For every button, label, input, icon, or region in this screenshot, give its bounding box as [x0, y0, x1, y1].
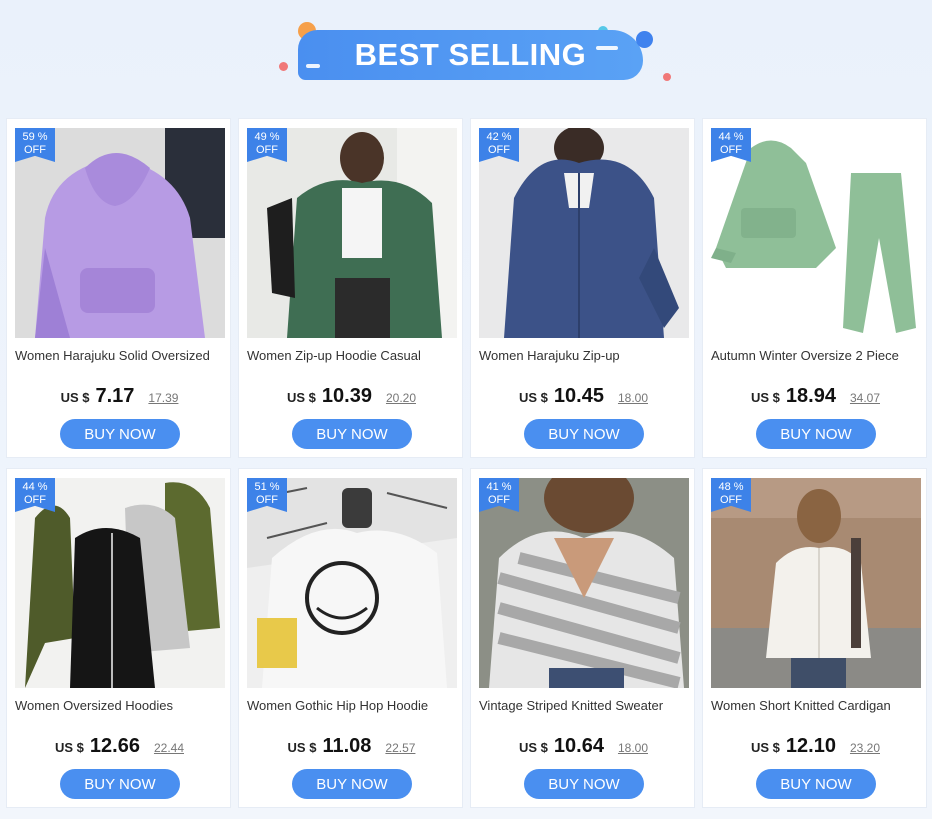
discount-off-label: OFF — [720, 494, 742, 506]
currency-label: US $ — [519, 740, 548, 755]
price-row: US $ 12.10 23.20 — [703, 735, 928, 758]
currency-label: US $ — [519, 390, 548, 405]
discount-off-label: OFF — [720, 144, 742, 156]
product-image[interactable] — [15, 478, 225, 688]
discount-off-label: OFF — [488, 144, 510, 156]
price-row: US $ 7.17 17.39 — [7, 385, 232, 408]
product-name[interactable]: Women Short Knitted Cardigan — [711, 698, 923, 713]
currency-label: US $ — [287, 740, 317, 755]
sale-price: 18.94 — [785, 385, 836, 407]
sale-price: 11.08 — [322, 735, 372, 757]
product-name[interactable]: Women Zip-up Hoodie Casual — [247, 348, 459, 363]
product-card[interactable]: 44 % OFF Women Oversized Hoodies US $ 12… — [6, 468, 231, 808]
buy-now-button[interactable]: BUY NOW — [60, 419, 180, 449]
section-title: BEST SELLING — [298, 30, 643, 80]
discount-off-label: OFF — [488, 494, 510, 506]
product-image[interactable] — [711, 128, 921, 338]
discount-percent: 51 % — [254, 481, 280, 493]
buy-now-button[interactable]: BUY NOW — [524, 769, 644, 799]
product-name[interactable]: Women Gothic Hip Hop Hoodie — [247, 698, 459, 713]
discount-percent: 49 % — [254, 131, 280, 143]
price-row: US $ 18.94 34.07 — [703, 385, 928, 408]
product-image[interactable] — [247, 478, 457, 688]
discount-off-label: OFF — [24, 494, 46, 506]
price-row: US $ 10.39 20.20 — [239, 385, 464, 408]
decor-dot — [279, 62, 288, 71]
original-price: 17.39 — [148, 391, 179, 405]
sale-price: 10.64 — [553, 735, 604, 757]
product-image[interactable] — [15, 128, 225, 338]
original-price: 34.07 — [849, 391, 880, 405]
product-name[interactable]: Women Oversized Hoodies — [15, 698, 227, 713]
currency-label: US $ — [287, 390, 316, 405]
product-name[interactable]: Women Harajuku Solid Oversized — [15, 348, 227, 363]
product-card[interactable]: 42 % OFF Women Harajuku Zip-up US $ 10.4… — [470, 118, 695, 458]
currency-label: US $ — [751, 390, 780, 405]
product-image[interactable] — [711, 478, 921, 688]
original-price: 22.57 — [385, 741, 416, 755]
buy-now-button[interactable]: BUY NOW — [524, 419, 644, 449]
price-row: US $ 11.08 22.57 — [239, 735, 464, 758]
discount-off-label: OFF — [256, 144, 278, 156]
original-price: 22.44 — [153, 741, 184, 755]
discount-percent: 42 % — [486, 131, 512, 143]
original-price: 18.00 — [617, 391, 648, 405]
original-price: 23.20 — [849, 741, 880, 755]
discount-off-label: OFF — [256, 494, 278, 506]
product-grid: 59 % OFF Women Harajuku Solid Oversized … — [6, 118, 927, 808]
decor-dot — [636, 31, 653, 48]
product-card[interactable]: 48 % OFF Women Short Knitted Cardigan US… — [702, 468, 927, 808]
sale-price: 10.39 — [321, 385, 372, 407]
discount-percent: 59 % — [22, 131, 48, 143]
product-image[interactable] — [479, 478, 689, 688]
product-name[interactable]: Women Harajuku Zip-up — [479, 348, 691, 363]
sale-price: 10.45 — [553, 385, 604, 407]
sale-price: 12.10 — [785, 735, 836, 757]
discount-percent: 48 % — [718, 481, 744, 493]
currency-label: US $ — [60, 390, 90, 405]
buy-now-button[interactable]: BUY NOW — [292, 769, 412, 799]
sale-price: 7.17 — [95, 385, 135, 407]
section-title-text: BEST SELLING — [354, 37, 587, 72]
buy-now-button[interactable]: BUY NOW — [292, 419, 412, 449]
product-card[interactable]: 51 % OFF Women Gothic Hip Hop Hoodie US … — [238, 468, 463, 808]
currency-label: US $ — [55, 740, 84, 755]
discount-off-label: OFF — [24, 144, 46, 156]
discount-percent: 44 % — [22, 481, 48, 493]
price-row: US $ 10.64 18.00 — [471, 735, 696, 758]
price-row: US $ 10.45 18.00 — [471, 385, 696, 408]
product-card[interactable]: 44 % OFF Autumn Winter Oversize 2 Piece … — [702, 118, 927, 458]
discount-percent: 44 % — [718, 131, 744, 143]
product-name[interactable]: Vintage Striped Knitted Sweater — [479, 698, 691, 713]
product-image[interactable] — [247, 128, 457, 338]
original-price: 18.00 — [617, 741, 648, 755]
decor-line — [596, 46, 618, 50]
currency-label: US $ — [751, 740, 780, 755]
price-row: US $ 12.66 22.44 — [7, 735, 232, 758]
discount-percent: 41 % — [486, 481, 512, 493]
decor-line — [306, 64, 320, 68]
product-name[interactable]: Autumn Winter Oversize 2 Piece — [711, 348, 923, 363]
decor-dot — [663, 73, 671, 81]
original-price: 20.20 — [385, 391, 416, 405]
product-card[interactable]: 59 % OFF Women Harajuku Solid Oversized … — [6, 118, 231, 458]
buy-now-button[interactable]: BUY NOW — [60, 769, 180, 799]
header-banner: BEST SELLING — [0, 0, 932, 118]
product-card[interactable]: 49 % OFF Women Zip-up Hoodie Casual US $… — [238, 118, 463, 458]
buy-now-button[interactable]: BUY NOW — [756, 419, 876, 449]
product-card[interactable]: 41 % OFF Vintage Striped Knitted Sweater… — [470, 468, 695, 808]
sale-price: 12.66 — [89, 735, 140, 757]
product-image[interactable] — [479, 128, 689, 338]
buy-now-button[interactable]: BUY NOW — [756, 769, 876, 799]
